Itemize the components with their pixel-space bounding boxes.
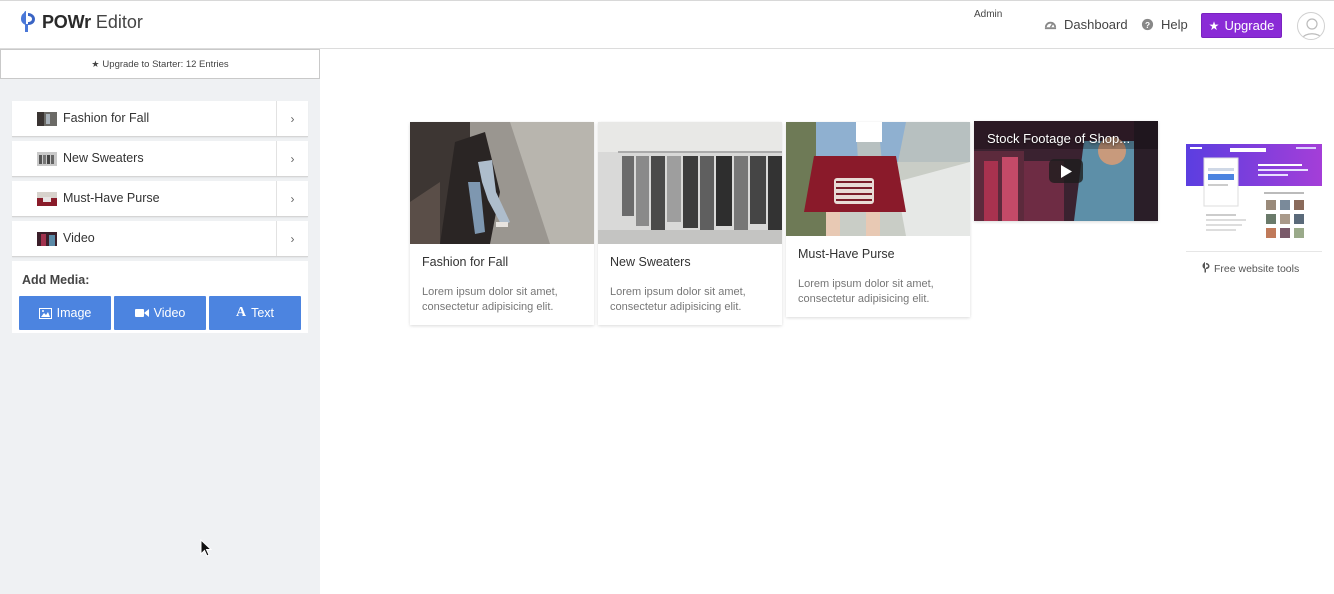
powr-logo-icon [21, 11, 35, 32]
entry-thumbnail [37, 192, 57, 206]
user-avatar[interactable] [1297, 12, 1325, 40]
entry-label: Video [63, 231, 95, 245]
entry-label: Fashion for Fall [63, 111, 150, 125]
add-video-button[interactable]: Video [114, 296, 206, 330]
upgrade-label: Upgrade [1224, 18, 1275, 33]
chevron-right-icon[interactable]: › [276, 101, 308, 136]
gallery-card-must-have-purse[interactable]: Must-Have Purse Lorem ipsum dolor sit am… [786, 122, 970, 317]
entry-thumbnail [37, 152, 57, 166]
play-icon [1061, 164, 1072, 178]
upgrade-button[interactable]: ★ Upgrade [1201, 13, 1282, 38]
chevron-right-icon[interactable]: › [276, 221, 308, 256]
powr-logo[interactable]: POWr Editor [20, 11, 143, 33]
free-website-tools-label: Free website tools [1214, 263, 1300, 275]
brand-name: POWr [42, 11, 91, 32]
mouse-cursor-icon [200, 539, 213, 557]
video-button-label: Video [153, 306, 186, 320]
powr-logo-icon [1202, 262, 1210, 276]
card-description: Lorem ipsum dolor sit amet, consectetur … [422, 286, 558, 313]
chevron-right-icon[interactable]: › [276, 141, 308, 176]
entry-thumbnail [37, 112, 57, 126]
svg-text:?: ? [1145, 20, 1150, 30]
free-website-tools-link[interactable]: Free website tools [1202, 262, 1299, 276]
editor-sidebar: ★ Upgrade to Starter: 12 Entries Fashion… [0, 49, 320, 594]
entry-video[interactable]: Video › [12, 221, 308, 257]
video-camera-icon [134, 309, 149, 317]
add-image-button[interactable]: Image [19, 296, 111, 330]
play-button[interactable] [1049, 159, 1083, 183]
entry-label: New Sweaters [63, 151, 144, 165]
help-label: Help [1161, 17, 1188, 32]
chevron-right-icon[interactable]: › [276, 181, 308, 216]
text-button-label: Text [251, 306, 275, 320]
card-description: Lorem ipsum dolor sit amet, consectetur … [610, 286, 746, 313]
gallery-card-fashion-for-fall[interactable]: Fashion for Fall Lorem ipsum dolor sit a… [410, 122, 594, 325]
add-media-panel: Add Media: Image Video A Text [12, 261, 308, 333]
card-title: Fashion for Fall [422, 255, 509, 269]
card-description: Lorem ipsum dolor sit amet, consectetur … [798, 278, 934, 305]
entry-label: Must-Have Purse [63, 191, 160, 205]
entry-fashion-for-fall[interactable]: Fashion for Fall › [12, 101, 308, 137]
product-name: Editor [95, 11, 143, 32]
dashboard-link[interactable]: Dashboard [1044, 17, 1128, 32]
gallery-image [598, 122, 782, 244]
entry-thumbnail [37, 232, 57, 246]
text-icon: A [235, 305, 247, 320]
dashboard-label: Dashboard [1064, 17, 1128, 32]
gallery-image [410, 122, 594, 244]
video-title: Stock Footage of Shop... [987, 131, 1131, 146]
dashboard-icon [1044, 21, 1057, 30]
user-icon [1301, 18, 1323, 39]
upgrade-notice-text: Upgrade to Starter: 12 Entries [102, 58, 229, 70]
add-text-button[interactable]: A Text [209, 296, 301, 330]
help-link[interactable]: ? Help [1141, 17, 1188, 32]
gallery-image [786, 122, 970, 236]
entry-new-sweaters[interactable]: New Sweaters › [12, 141, 308, 177]
star-icon: ★ [1208, 18, 1220, 33]
star-icon: ★ [91, 58, 100, 69]
upgrade-notice[interactable]: ★ Upgrade to Starter: 12 Entries [0, 49, 320, 79]
powr-promo-preview[interactable] [1186, 144, 1322, 252]
promo-image [1186, 144, 1322, 251]
gallery-preview: Fashion for Fall Lorem ipsum dolor sit a… [320, 49, 1334, 594]
card-title: New Sweaters [610, 255, 691, 269]
top-bar: POWr Editor Admin Dashboard ? Help ★ Upg… [0, 0, 1334, 49]
help-icon: ? [1141, 18, 1154, 31]
add-media-title: Add Media: [22, 273, 90, 287]
admin-label[interactable]: Admin [974, 9, 1002, 20]
image-button-label: Image [56, 306, 92, 320]
gallery-card-new-sweaters[interactable]: New Sweaters Lorem ipsum dolor sit amet,… [598, 122, 782, 325]
entry-must-have-purse[interactable]: Must-Have Purse › [12, 181, 308, 217]
card-title: Must-Have Purse [798, 247, 895, 261]
image-icon [38, 307, 52, 319]
gallery-card-video[interactable]: Stock Footage of Shop... [974, 121, 1158, 221]
